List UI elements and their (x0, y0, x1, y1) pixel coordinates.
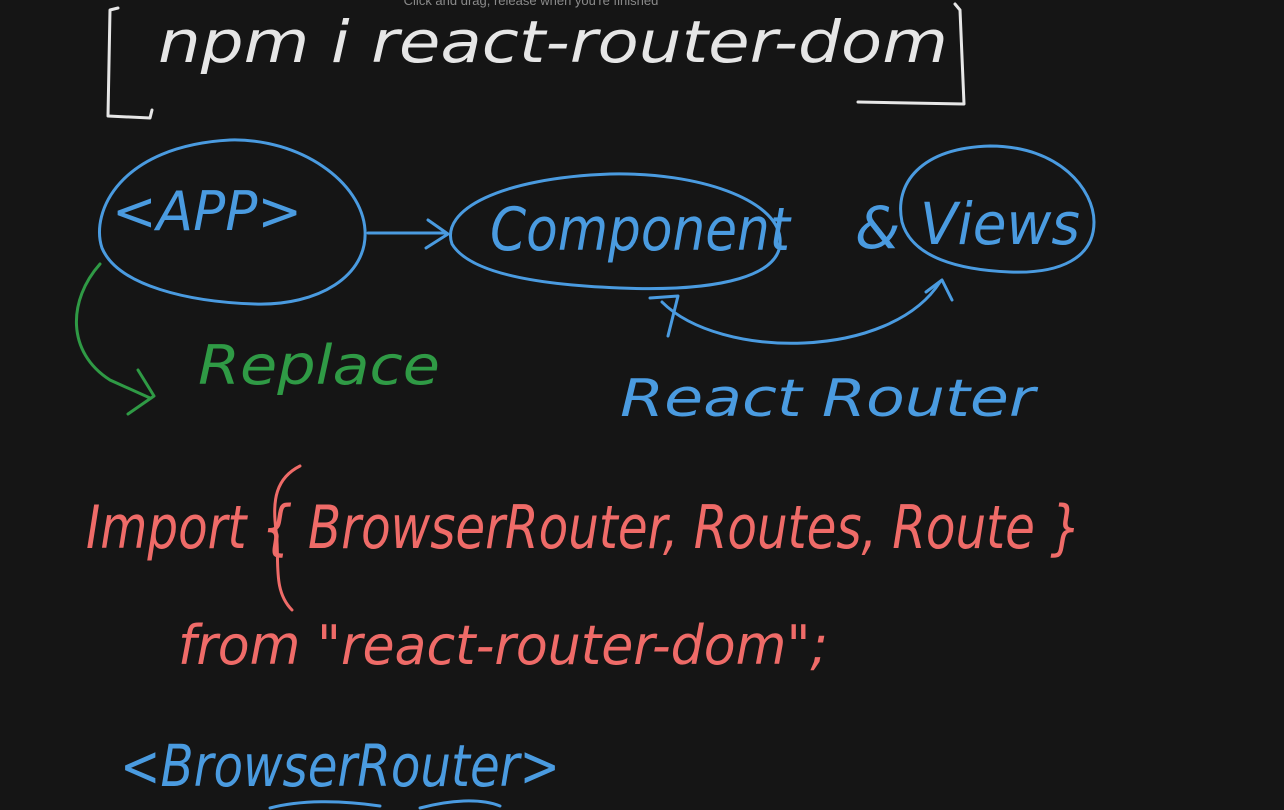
import-line-text: Import { BrowserRouter, Routes, Route } (86, 493, 1081, 563)
import-statement: Import { BrowserRouter, Routes, Route } … (86, 464, 1081, 677)
whiteboard-canvas[interactable]: Click and drag, release when you're fini… (0, 0, 1284, 810)
from-line-text: from "react-router-dom"; (178, 614, 828, 677)
component-node: Component (449, 172, 792, 291)
replace-arrow (74, 262, 156, 416)
app-to-component-arrow (366, 218, 450, 250)
component-node-label: Component (490, 195, 792, 265)
router-label: React Router (620, 369, 1039, 429)
app-node: <APP> (98, 138, 367, 306)
command-bracket-left (106, 6, 154, 120)
replace-label: Replace (198, 334, 440, 397)
views-node-label: Views (920, 190, 1080, 258)
partial-next-line-stroke (268, 799, 502, 810)
install-command-text: npm i react-router-dom (158, 8, 948, 76)
browser-router-tag: <BrowserRouter> (120, 732, 560, 800)
install-command-box: npm i react-router-dom (106, 2, 966, 120)
views-node: Views (899, 144, 1096, 274)
router-curve-arrow (648, 278, 954, 345)
ampersand-symbol: & (855, 194, 900, 262)
drawing-surface[interactable]: npm i react-router-dom <APP> Component &… (0, 0, 1284, 810)
app-node-label: <APP> (112, 180, 302, 243)
